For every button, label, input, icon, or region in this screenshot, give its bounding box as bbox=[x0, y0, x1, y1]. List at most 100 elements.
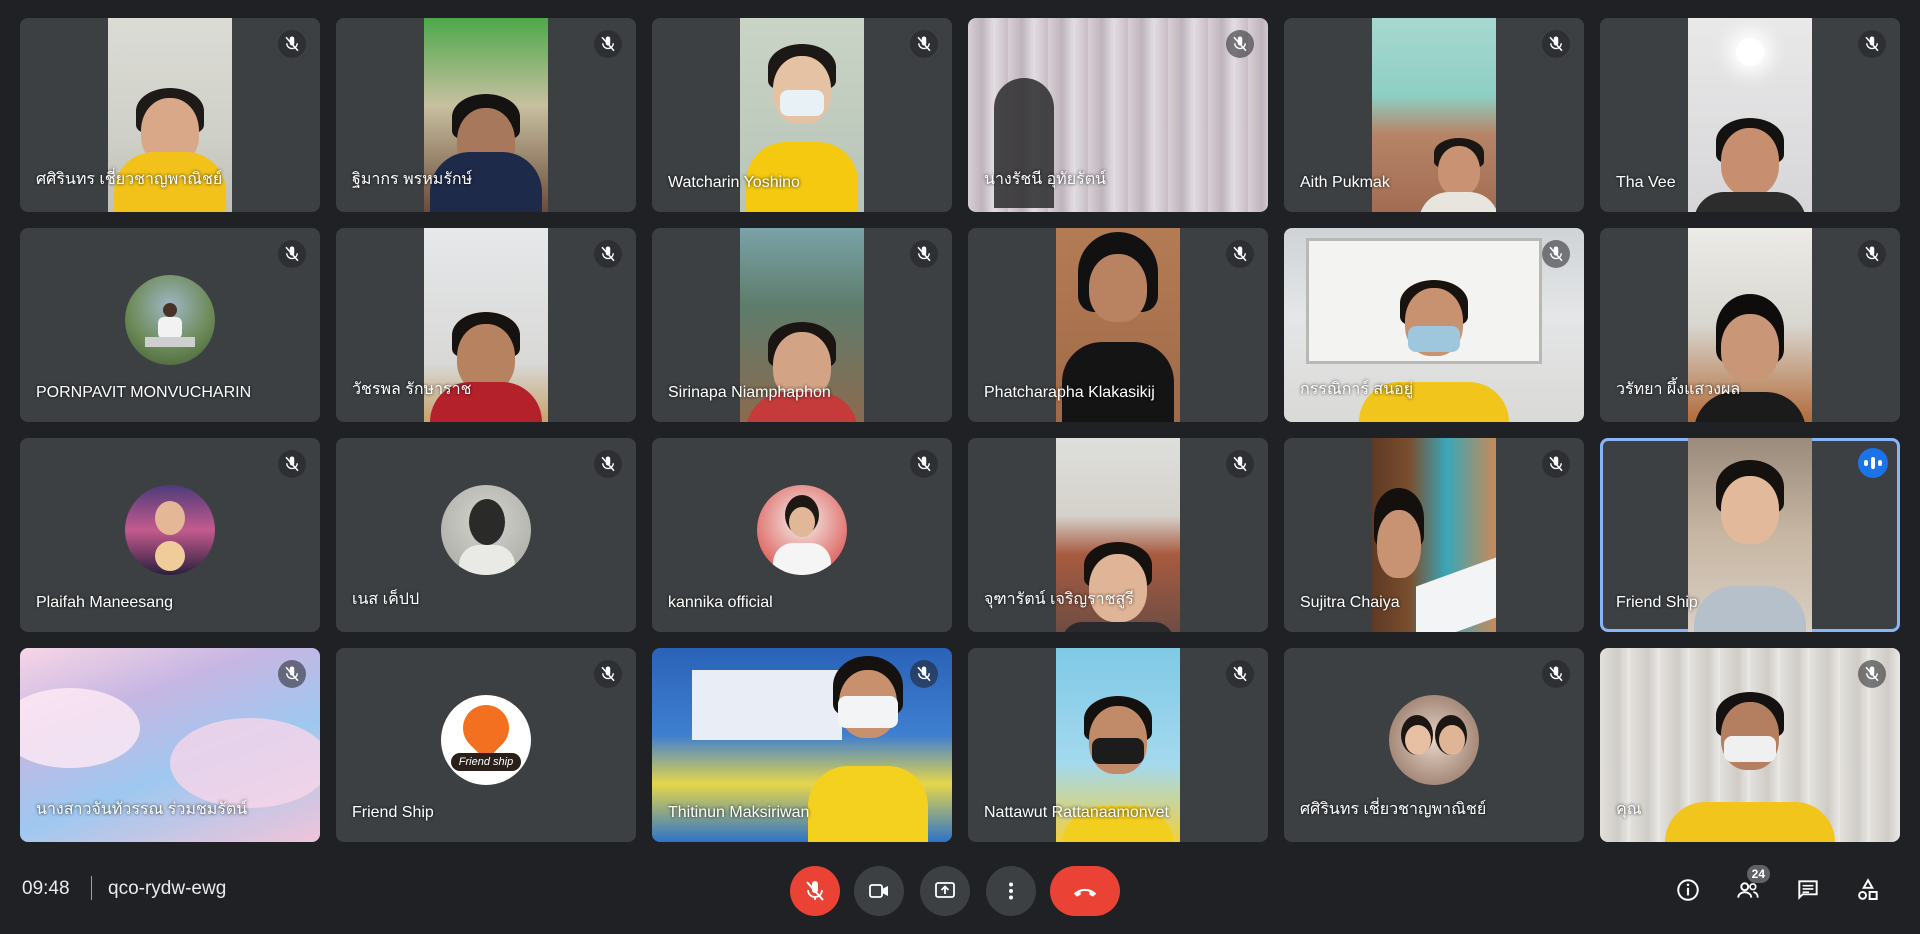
participant-tile[interactable]: กรรณิการ์ สนอยู่ bbox=[1284, 228, 1584, 422]
participant-name: Sirinapa Niamphaphon bbox=[668, 384, 831, 401]
mic-off-icon bbox=[910, 240, 938, 268]
camera-icon bbox=[869, 884, 888, 898]
participant-tile[interactable]: จุฑารัตน์ เจริญราชสูรี bbox=[968, 438, 1268, 632]
participant-tile[interactable]: Thitinun Maksiriwan bbox=[652, 648, 952, 842]
participant-tile[interactable]: ศศิรินทร เชี่ยวชาญพาณิชย์ bbox=[20, 18, 320, 212]
avatar bbox=[125, 275, 215, 365]
mic-off-icon bbox=[1542, 240, 1570, 268]
participant-name: Nattawut Rattanaamonvet bbox=[984, 804, 1169, 821]
participant-tile[interactable]: Sujitra Chaiya bbox=[1284, 438, 1584, 632]
participant-name: kannika official bbox=[668, 594, 773, 611]
camera-toggle-button[interactable] bbox=[854, 866, 904, 916]
activities-button[interactable] bbox=[1846, 868, 1890, 912]
participant-name: กรรณิการ์ สนอยู่ bbox=[1300, 381, 1414, 398]
avatar bbox=[1389, 695, 1479, 785]
participant-name: Aith Pukmak bbox=[1300, 174, 1390, 191]
mic-off-icon bbox=[910, 30, 938, 58]
mic-off-icon bbox=[1858, 30, 1886, 58]
participant-tile[interactable]: วรัทยา ผึ้งแสวงผล bbox=[1600, 228, 1900, 422]
participant-name: ฐิมากร พรหมรักษ์ bbox=[352, 171, 473, 188]
participant-tile[interactable]: นางสาวจันทัวรรณ ร่วมชมรัตน์ bbox=[20, 648, 320, 842]
participant-name: วัชรพล รักษาราช bbox=[352, 381, 472, 398]
avatar bbox=[757, 485, 847, 575]
participant-tile[interactable]: นางรัชนี อุทัยรัตน์ bbox=[968, 18, 1268, 212]
mic-off-icon bbox=[594, 240, 622, 268]
participant-name: นางสาวจันทัวรรณ ร่วมชมรัตน์ bbox=[36, 801, 248, 818]
avatar bbox=[125, 485, 215, 575]
participant-tile[interactable]: Nattawut Rattanaamonvet bbox=[968, 648, 1268, 842]
microphone-toggle-button[interactable] bbox=[790, 866, 840, 916]
mic-off-icon bbox=[1226, 30, 1254, 58]
participant-name: ศศิรินทร เชี่ยวชาญพาณิชย์ bbox=[1300, 801, 1487, 818]
avatar bbox=[441, 485, 531, 575]
participant-tile[interactable]: Watcharin Yoshino bbox=[652, 18, 952, 212]
participant-name: Thitinun Maksiriwan bbox=[668, 804, 810, 821]
video-feed bbox=[1372, 18, 1496, 212]
participant-name: Watcharin Yoshino bbox=[668, 174, 800, 191]
mic-off-icon bbox=[278, 450, 306, 478]
participant-tile[interactable]: Tha Vee bbox=[1600, 18, 1900, 212]
participant-name: คุณ bbox=[1616, 801, 1642, 818]
avatar: Friend ship bbox=[441, 695, 531, 785]
more-options-button[interactable] bbox=[986, 866, 1036, 916]
participant-name: วรัทยา ผึ้งแสวงผล bbox=[1616, 381, 1741, 398]
video-feed bbox=[1688, 18, 1812, 212]
present-screen-button[interactable] bbox=[920, 866, 970, 916]
mic-off-icon bbox=[910, 450, 938, 478]
participant-name: Tha Vee bbox=[1616, 174, 1676, 191]
mic-off-icon bbox=[1226, 240, 1254, 268]
participant-name: Phatcharapha Klakasikij bbox=[984, 384, 1155, 401]
participant-tile[interactable]: วัชรพล รักษาราช bbox=[336, 228, 636, 422]
info-icon bbox=[1677, 879, 1699, 901]
mic-off-icon bbox=[594, 450, 622, 478]
participant-tile[interactable]: kannika official bbox=[652, 438, 952, 632]
leave-call-button[interactable] bbox=[1050, 866, 1120, 916]
mic-off-icon bbox=[278, 30, 306, 58]
activities-icon bbox=[1858, 878, 1878, 900]
chat-icon bbox=[1798, 880, 1818, 900]
audio-level-icon bbox=[1858, 448, 1888, 478]
mic-off-icon bbox=[594, 30, 622, 58]
participant-tile-self[interactable]: คุณ bbox=[1600, 648, 1900, 842]
divider bbox=[91, 876, 92, 900]
present-icon bbox=[935, 882, 955, 898]
mic-off-icon bbox=[1542, 450, 1570, 478]
participant-name: ศศิรินทร เชี่ยวชาญพาณิชย์ bbox=[36, 171, 223, 188]
meeting-time: 09:48 bbox=[22, 878, 70, 899]
participant-name: นางรัชนี อุทัยรัตน์ bbox=[984, 171, 1107, 188]
participant-tile[interactable]: เนส เค็ปป bbox=[336, 438, 636, 632]
participant-tile[interactable]: PORNPAVIT MONVUCHARIN bbox=[20, 228, 320, 422]
video-feed bbox=[1600, 648, 1900, 842]
end-call-icon bbox=[1073, 888, 1097, 897]
participant-name: Friend Ship bbox=[352, 804, 434, 821]
mic-off-icon bbox=[1226, 450, 1254, 478]
participant-tile[interactable]: Aith Pukmak bbox=[1284, 18, 1584, 212]
meeting-code: qco-rydw-ewg bbox=[108, 878, 227, 899]
participant-tile[interactable]: ฐิมากร พรหมรักษ์ bbox=[336, 18, 636, 212]
mic-off-icon bbox=[910, 660, 938, 688]
participant-name: Sujitra Chaiya bbox=[1300, 594, 1400, 611]
participant-name: จุฑารัตน์ เจริญราชสูรี bbox=[984, 591, 1134, 608]
participant-tile[interactable]: Friend ship Friend Ship bbox=[336, 648, 636, 842]
mic-off-icon bbox=[1542, 660, 1570, 688]
participant-tile[interactable]: Sirinapa Niamphaphon bbox=[652, 228, 952, 422]
mic-off-icon bbox=[1858, 660, 1886, 688]
participant-grid: ศศิรินทร เชี่ยวชาญพาณิชย์ ฐิมากร พรหมรัก… bbox=[20, 18, 1900, 842]
participant-name: เนส เค็ปป bbox=[352, 591, 420, 608]
video-feed bbox=[1688, 438, 1812, 632]
meeting-details-button[interactable] bbox=[1666, 868, 1710, 912]
chat-button[interactable] bbox=[1786, 868, 1830, 912]
mic-off-icon bbox=[1226, 660, 1254, 688]
participant-name: Friend Ship bbox=[1616, 594, 1698, 611]
participant-tile-active-speaker[interactable]: Friend Ship bbox=[1600, 438, 1900, 632]
participant-name: PORNPAVIT MONVUCHARIN bbox=[36, 384, 252, 401]
mic-off-icon bbox=[278, 240, 306, 268]
participant-tile[interactable]: Plaifah Maneesang bbox=[20, 438, 320, 632]
mic-off-icon bbox=[806, 881, 824, 901]
participant-tile[interactable]: Phatcharapha Klakasikij bbox=[968, 228, 1268, 422]
meeting-controls-bar: 09:48 qco-rydw-ewg 24 bbox=[0, 858, 1920, 922]
participant-name: Plaifah Maneesang bbox=[36, 594, 173, 611]
participant-tile[interactable]: ศศิรินทร เชี่ยวชาญพาณิชย์ bbox=[1284, 648, 1584, 842]
mic-off-icon bbox=[278, 660, 306, 688]
show-everyone-button[interactable]: 24 bbox=[1726, 865, 1770, 912]
